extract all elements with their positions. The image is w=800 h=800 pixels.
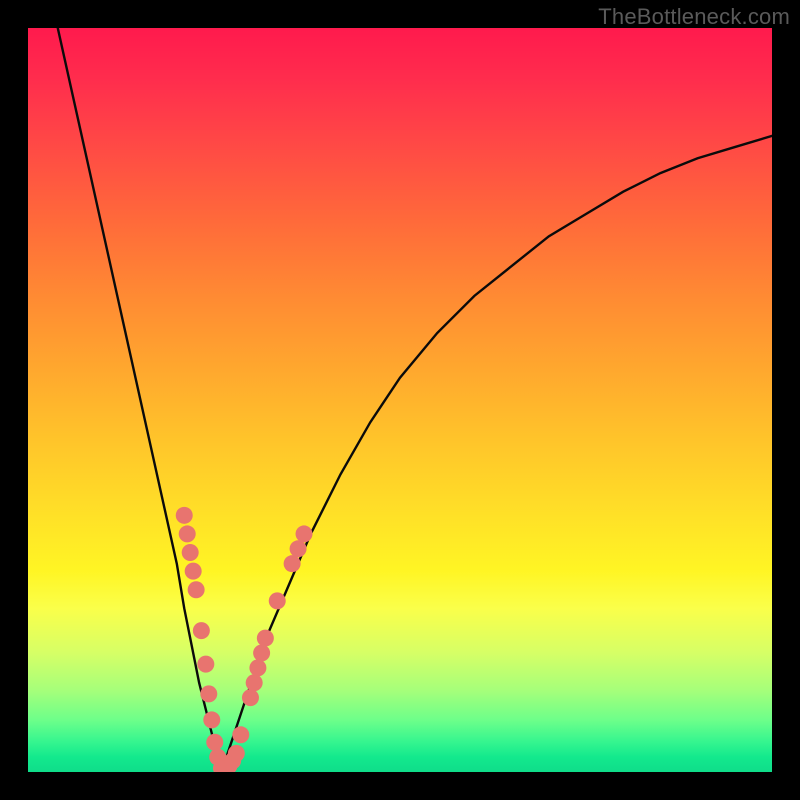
data-marker — [232, 726, 249, 743]
data-marker — [249, 659, 266, 676]
curve-left — [58, 28, 222, 772]
data-marker — [185, 563, 202, 580]
data-marker — [193, 622, 210, 639]
curve-right — [221, 136, 772, 772]
data-marker — [296, 525, 313, 542]
marker-layer — [176, 507, 313, 772]
chart-svg — [28, 28, 772, 772]
data-marker — [176, 507, 193, 524]
data-marker — [179, 525, 196, 542]
data-marker — [269, 592, 286, 609]
data-marker — [242, 689, 259, 706]
data-marker — [206, 734, 223, 751]
chart-frame: TheBottleneck.com — [0, 0, 800, 800]
data-marker — [188, 581, 205, 598]
data-marker — [228, 745, 245, 762]
data-marker — [290, 540, 307, 557]
data-marker — [246, 674, 263, 691]
data-marker — [253, 644, 270, 661]
watermark-text: TheBottleneck.com — [598, 4, 790, 30]
data-marker — [203, 711, 220, 728]
data-marker — [284, 555, 301, 572]
data-marker — [257, 630, 274, 647]
plot-area — [28, 28, 772, 772]
data-marker — [197, 656, 214, 673]
data-marker — [200, 685, 217, 702]
data-marker — [182, 544, 199, 561]
